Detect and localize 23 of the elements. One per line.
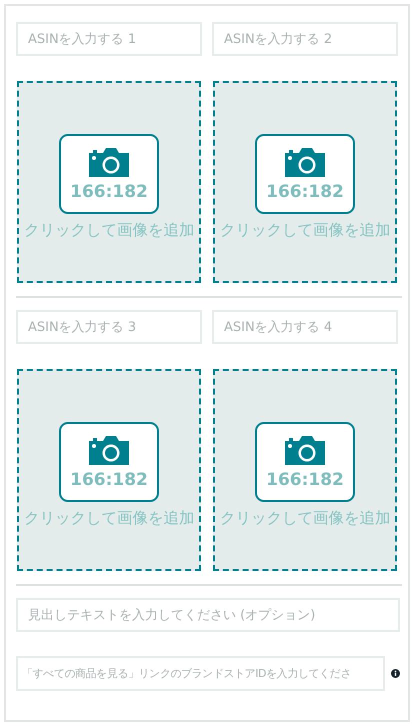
image-ratio-badge: 166:182 bbox=[255, 134, 355, 214]
asin-field[interactable]: ASINを入力する 4 bbox=[212, 310, 398, 344]
image-ratio-badge: 166:182 bbox=[255, 422, 355, 502]
asin-field[interactable]: ASINを入力する 3 bbox=[16, 310, 202, 344]
asin-field[interactable]: ASINを入力する 2 bbox=[212, 22, 398, 56]
store-id-field[interactable]: 「すべての商品を見る」リンクのブランドストアIDを入力してくださ bbox=[16, 656, 385, 691]
camera-icon bbox=[283, 434, 327, 466]
asin-field[interactable]: ASINを入力する 1 bbox=[16, 22, 202, 56]
add-image-label: クリックして画像を追加 bbox=[24, 508, 194, 528]
info-icon[interactable] bbox=[391, 668, 400, 679]
camera-icon bbox=[87, 146, 131, 178]
image-drop-zone[interactable]: 166:182 クリックして画像を追加 bbox=[213, 369, 397, 571]
image-drop-zone[interactable]: 166:182 クリックして画像を追加 bbox=[17, 81, 201, 283]
headline-field[interactable]: 見出しテキストを入力してください (オプション) bbox=[16, 598, 400, 632]
camera-icon bbox=[283, 146, 327, 178]
camera-icon bbox=[87, 434, 131, 466]
image-drop-zone[interactable]: 166:182 クリックして画像を追加 bbox=[17, 369, 201, 571]
image-drop-zone[interactable]: 166:182 クリックして画像を追加 bbox=[213, 81, 397, 283]
add-image-label: クリックして画像を追加 bbox=[24, 220, 194, 240]
add-image-label: クリックして画像を追加 bbox=[220, 220, 390, 240]
image-ratio-badge: 166:182 bbox=[59, 134, 159, 214]
add-image-label: クリックして画像を追加 bbox=[220, 508, 390, 528]
image-ratio-badge: 166:182 bbox=[59, 422, 159, 502]
